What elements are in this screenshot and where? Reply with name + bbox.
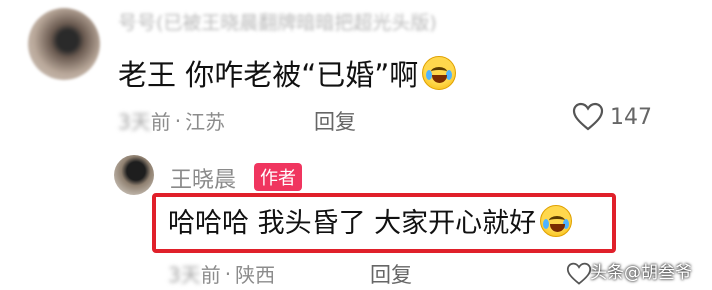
tear-icon [446, 70, 453, 80]
comment-meta: 3天 前 · 江苏 [118, 106, 225, 135]
crying-laughing-emoji-icon [540, 204, 573, 237]
meta-separator: · [224, 261, 232, 286]
comment-text-content: 老王 你咋老被“已婚”啊 [118, 58, 419, 92]
tear-icon [563, 218, 570, 229]
reply-location: 陕西 [235, 263, 276, 287]
watermark: 头条@胡叁爷 [590, 263, 692, 283]
reply-time-blurred: 3天 [168, 263, 201, 287]
heart-icon [572, 102, 604, 131]
reply-time-suffix: 前 [200, 263, 221, 287]
comment-time-blurred: 3天 [118, 110, 151, 134]
author-avatar[interactable] [114, 155, 154, 195]
comment-time-suffix: 前 [150, 110, 171, 134]
reply-text-content: 哈哈哈 我头昏了 大家开心就好 [168, 208, 537, 239]
author-name[interactable]: 王晓晨 [170, 162, 236, 194]
reply-button[interactable]: 回复 [314, 106, 356, 136]
avatar[interactable] [28, 8, 100, 80]
meta-separator: · [174, 108, 182, 133]
crying-laughing-emoji-icon [422, 56, 457, 90]
reply-meta: 3天 前 · 陕西 [168, 259, 275, 288]
reply-reply-button[interactable]: 回复 [370, 259, 412, 289]
tear-icon [543, 218, 550, 229]
reply-like-button[interactable] [566, 262, 592, 290]
reply-text: 哈哈哈 我头昏了 大家开心就好 [168, 201, 573, 240]
like-button[interactable]: 147 [572, 102, 652, 132]
heart-icon [566, 262, 592, 285]
author-badge: 作者 [254, 163, 302, 191]
tear-icon [426, 70, 433, 80]
comment-location: 江苏 [185, 110, 226, 134]
comment-username[interactable]: 号号(已被王晓晨翻牌暗暗把超光头版) [118, 8, 437, 35]
like-count: 147 [610, 104, 652, 130]
comment-text: 老王 你咋老被“已婚”啊 [118, 52, 457, 94]
